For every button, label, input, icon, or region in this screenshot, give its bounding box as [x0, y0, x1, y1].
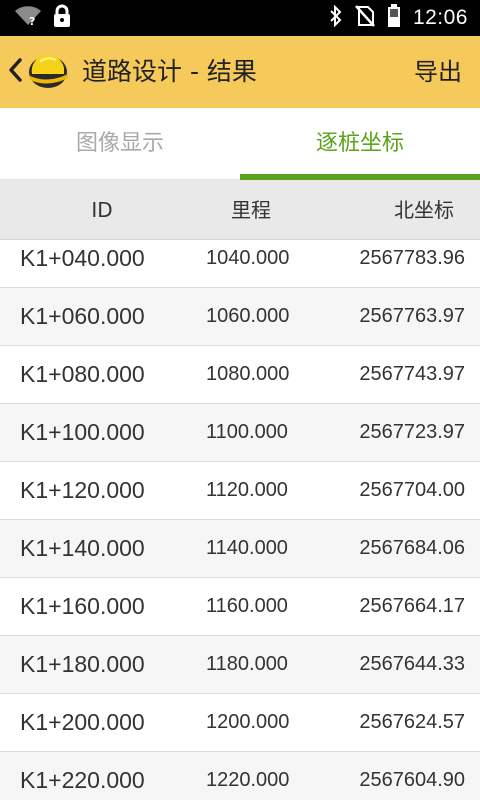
status-bar: ? 12:06 [0, 0, 480, 36]
column-header-mileage: 里程 [231, 198, 271, 222]
table-row[interactable]: K1+200.000 1200.000 2567624.57 [0, 694, 480, 752]
cell-north: 2567704.00 [359, 479, 465, 501]
cell-mileage: 1160.000 [206, 595, 288, 617]
cell-mileage: 1140.000 [206, 537, 288, 559]
table-row[interactable]: K1+080.000 1080.000 2567743.97 [0, 346, 480, 404]
page-title: 道路设计 - 结果 [82, 57, 257, 86]
cell-mileage: 1120.000 [206, 479, 288, 501]
screen: ? 12:06 道路设计 - 结果 导出 图像显示 逐桩坐标 ID 里程 北坐标… [0, 0, 480, 800]
no-sim-icon [355, 5, 375, 31]
back-button[interactable] [6, 50, 72, 94]
cell-north: 2567664.17 [359, 595, 465, 617]
column-header-id: ID [91, 198, 113, 222]
battery-icon [387, 4, 401, 32]
bluetooth-icon [329, 4, 343, 31]
table-row[interactable]: K1+100.000 1100.000 2567723.97 [0, 404, 480, 462]
table-body[interactable]: K1+040.000 1040.000 2567783.96 K1+060.00… [0, 240, 480, 800]
cell-north: 2567783.96 [359, 247, 465, 269]
table-row[interactable]: K1+120.000 1120.000 2567704.00 [0, 462, 480, 520]
lock-icon [52, 4, 72, 32]
cell-id: K1+100.000 [20, 419, 145, 445]
cell-mileage: 1080.000 [206, 363, 290, 385]
cell-id: K1+120.000 [20, 477, 145, 503]
status-time: 12:06 [412, 6, 468, 29]
cell-id: K1+040.000 [20, 245, 145, 271]
table-header: ID 里程 北坐标 [0, 180, 480, 240]
cell-id: K1+160.000 [20, 593, 145, 619]
cell-id: K1+220.000 [20, 767, 145, 793]
cell-id: K1+200.000 [20, 709, 145, 735]
tab-bar: 图像显示 逐桩坐标 [0, 108, 480, 180]
table-row[interactable]: K1+180.000 1180.000 2567644.33 [0, 636, 480, 694]
cell-mileage: 1100.000 [206, 421, 288, 443]
svg-text:?: ? [29, 15, 35, 27]
table-row[interactable]: K1+060.000 1060.000 2567763.97 [0, 288, 480, 346]
table-row[interactable]: K1+220.000 1220.000 2567604.90 [0, 752, 480, 800]
cell-mileage: 1180.000 [206, 653, 288, 675]
cell-id: K1+080.000 [20, 361, 145, 387]
cell-north: 2567604.90 [359, 769, 465, 791]
table-row[interactable]: K1+040.000 1040.000 2567783.96 [0, 240, 480, 288]
tab-stake-coordinates[interactable]: 逐桩坐标 [240, 108, 480, 180]
cell-mileage: 1060.000 [206, 305, 290, 327]
cell-north: 2567763.97 [359, 305, 465, 327]
cell-mileage: 1040.000 [206, 247, 290, 269]
cell-north: 2567644.33 [359, 653, 465, 675]
cell-north: 2567723.97 [359, 421, 465, 443]
table-row[interactable]: K1+140.000 1140.000 2567684.06 [0, 520, 480, 578]
hard-hat-icon [26, 50, 70, 94]
cell-mileage: 1200.000 [206, 711, 290, 733]
cell-north: 2567743.97 [359, 363, 465, 385]
cell-north: 2567624.57 [359, 711, 465, 733]
cell-north: 2567684.06 [359, 537, 465, 559]
chevron-left-icon [6, 56, 24, 88]
cell-id: K1+180.000 [20, 651, 145, 677]
app-bar: 道路设计 - 结果 导出 [0, 36, 480, 108]
export-button[interactable]: 导出 [414, 36, 462, 108]
cell-id: K1+060.000 [20, 303, 145, 329]
tab-image-display[interactable]: 图像显示 [0, 108, 240, 180]
wifi-unknown-icon: ? [14, 5, 42, 31]
cell-mileage: 1220.000 [206, 769, 290, 791]
status-left-icons: ? [14, 4, 72, 32]
status-right-icons: 12:06 [329, 0, 468, 36]
table-row[interactable]: K1+160.000 1160.000 2567664.17 [0, 578, 480, 636]
cell-id: K1+140.000 [20, 535, 145, 561]
row-list: K1+040.000 1040.000 2567783.96 K1+060.00… [0, 240, 480, 800]
column-header-north: 北坐标 [394, 198, 454, 222]
